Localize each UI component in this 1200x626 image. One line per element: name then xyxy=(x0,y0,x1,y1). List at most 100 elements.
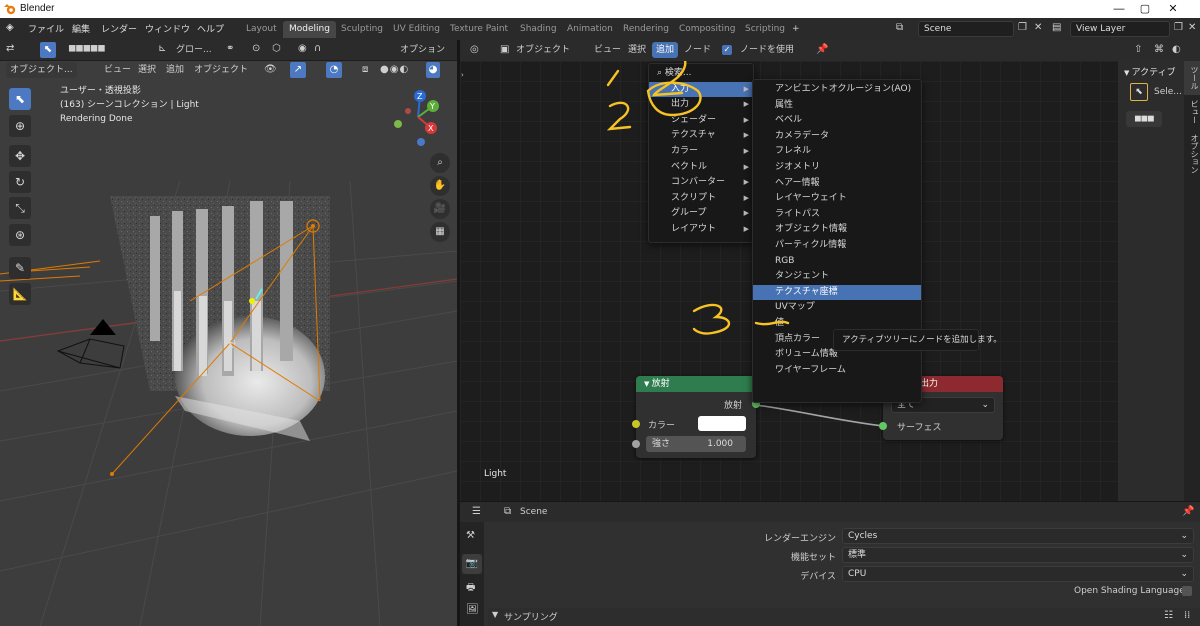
delete-view-layer-icon[interactable]: ✕ xyxy=(1188,22,1196,33)
annotate-tool[interactable]: ✎ xyxy=(9,257,31,279)
select-box-tool[interactable]: ⬉ xyxy=(9,88,31,110)
tab-layout[interactable]: Layout xyxy=(240,21,283,38)
select-new-icon[interactable]: ◼◼◼◼◼ xyxy=(68,43,106,54)
scene-field[interactable]: Scene xyxy=(918,21,1014,37)
output-properties-icon[interactable]: 🖶 xyxy=(466,580,475,597)
use-nodes-checkbox[interactable]: ✓ xyxy=(722,45,732,55)
snap-target-icon[interactable]: ⬡ xyxy=(272,43,281,54)
add-menu-script[interactable]: スクリプト ▶ xyxy=(649,191,753,207)
shading-modes-icon[interactable]: ●◉◐ xyxy=(380,64,409,75)
node-menu-node[interactable]: ノード xyxy=(680,42,715,58)
input-texture-coordinate[interactable]: テクスチャ座標 xyxy=(753,284,921,301)
input-hair-info[interactable]: ヘアー情報 xyxy=(753,176,921,192)
viewport-menu-select[interactable]: 選択 xyxy=(134,62,160,78)
input-wireframe[interactable]: ワイヤーフレーム xyxy=(753,363,921,379)
overlay-toggle-icon[interactable]: ◔ xyxy=(326,62,342,78)
menu-window[interactable]: ウィンドウ xyxy=(145,22,190,35)
transform-tool[interactable]: ⊛ xyxy=(9,224,31,246)
menu-edit[interactable]: 編集 xyxy=(72,22,90,35)
select-tool-icon[interactable]: ⬉ xyxy=(1130,83,1148,101)
sidebar-tab-view[interactable]: ビュー xyxy=(1184,95,1200,129)
render-engine-dropdown[interactable]: Cycles ⌄ xyxy=(842,528,1194,544)
input-particle-info[interactable]: パーティクル情報 xyxy=(753,238,921,254)
add-menu-converter[interactable]: コンバーター ▶ xyxy=(649,175,753,191)
menu-file[interactable]: ファイル xyxy=(28,22,64,35)
node-menu-select[interactable]: 選択 xyxy=(624,42,650,58)
sampling-panel-header[interactable]: ▼ サンプリング ☷ ⁞⁞ xyxy=(488,608,1200,626)
tab-modeling[interactable]: Modeling xyxy=(283,21,336,38)
emission-node-header[interactable]: ▼ 放射 xyxy=(636,376,756,392)
color-swatch[interactable] xyxy=(698,416,746,431)
mode-dropdown[interactable]: オブジェクト... xyxy=(6,62,77,78)
input-light-path[interactable]: ライトパス xyxy=(753,207,921,223)
strength-field[interactable]: 強さ 1.000 xyxy=(646,436,746,452)
3d-viewport[interactable]: ユーザー・透視投影 (163) シーンコレクション | Light Render… xyxy=(0,61,457,626)
input-layer-weight[interactable]: レイヤーウェイト xyxy=(753,191,921,207)
input-attribute[interactable]: 属性 xyxy=(753,98,921,114)
view-layer-field[interactable]: View Layer xyxy=(1070,21,1170,37)
input-geometry[interactable]: ジオメトリ xyxy=(753,160,921,176)
add-menu-color[interactable]: カラー ▶ xyxy=(649,144,753,160)
viewport-menu-view[interactable]: ビュー xyxy=(100,62,135,78)
strength-input-socket[interactable] xyxy=(632,440,640,448)
pan-hand-icon[interactable]: ✋ xyxy=(430,176,450,196)
select-mode-icon[interactable]: ⬉ xyxy=(40,42,56,58)
drag-handle-icon[interactable]: ⁞⁞ xyxy=(1184,610,1190,621)
maximize-button[interactable]: ▢ xyxy=(1138,2,1152,16)
add-menu-search[interactable]: ⌕ 検索... xyxy=(649,66,753,82)
input-camera-data[interactable]: カメラデータ xyxy=(753,129,921,145)
properties-editor-type-icon[interactable]: ☰ xyxy=(472,506,481,517)
tab-scripting[interactable]: Scripting xyxy=(739,21,791,38)
emission-node[interactable]: ▼ 放射 放射 カラー 強さ 1.000 xyxy=(632,376,760,458)
sidebar-tab-options[interactable]: オプション xyxy=(1184,129,1200,179)
add-menu-input[interactable]: 入力 ▶ xyxy=(649,81,753,98)
tab-shading[interactable]: Shading xyxy=(514,21,563,38)
object-type-icon[interactable]: ▣ xyxy=(500,44,509,55)
render-properties-icon[interactable]: 📷 xyxy=(462,554,482,574)
transform-orientation-dropdown[interactable]: グロー... xyxy=(172,42,216,58)
tab-compositing[interactable]: Compositing xyxy=(673,21,741,38)
input-object-info[interactable]: オブジェクト情報 xyxy=(753,222,921,238)
zoom-icon[interactable]: ⌕ xyxy=(430,153,450,173)
tool-properties-icon[interactable]: ⚒ xyxy=(466,530,475,541)
input-uv-map[interactable]: UVマップ xyxy=(753,300,921,316)
add-menu-layout[interactable]: レイアウト ▶ xyxy=(649,222,753,238)
node-menu-add[interactable]: 追加 xyxy=(652,42,679,58)
close-button[interactable]: ✕ xyxy=(1166,2,1180,16)
tab-uv-editing[interactable]: UV Editing xyxy=(387,21,446,38)
input-rgb[interactable]: RGB xyxy=(753,254,921,270)
menu-help[interactable]: ヘルプ xyxy=(197,22,224,35)
ortho-grid-icon[interactable]: ▦ xyxy=(430,222,450,242)
device-dropdown[interactable]: CPU ⌄ xyxy=(842,566,1194,582)
snap-node-icon[interactable]: ⌘ xyxy=(1154,44,1164,55)
options-dropdown[interactable]: オプション xyxy=(396,42,449,58)
falloff-icon[interactable]: ∩ xyxy=(314,43,321,54)
tab-rendering[interactable]: Rendering xyxy=(617,21,675,38)
add-menu-vector[interactable]: ベクトル ▶ xyxy=(649,160,753,176)
input-ao[interactable]: アンビエントオクルージョン(AO) xyxy=(753,82,921,98)
viewport-menu-add[interactable]: 追加 xyxy=(162,62,188,78)
osl-checkbox[interactable] xyxy=(1182,586,1192,596)
node-editor-canvas[interactable]: › ▼ 放射 放射 カラー 強さ 1.000 ー出力 全て ⌄ サーフェス Lig… xyxy=(460,61,1118,501)
copy-view-layer-icon[interactable]: ❐ xyxy=(1174,22,1183,33)
add-menu-shader[interactable]: シェーダー ▶ xyxy=(649,113,753,129)
sidebar-tab-tool[interactable]: ツール xyxy=(1184,61,1200,95)
scale-tool[interactable]: ⤡ xyxy=(9,197,31,219)
xray-icon[interactable]: ⧈ xyxy=(362,64,368,75)
surface-input-socket[interactable] xyxy=(879,422,887,430)
feature-set-dropdown[interactable]: 標準 ⌄ xyxy=(842,547,1194,563)
list-icon[interactable]: ☷ xyxy=(1164,610,1173,621)
add-menu-output[interactable]: 出力 ▶ xyxy=(649,97,753,113)
tab-animation[interactable]: Animation xyxy=(561,21,619,38)
view-layer-icon[interactable]: ▤ xyxy=(1052,22,1061,33)
shader-type-dropdown[interactable]: オブジェクト xyxy=(512,42,574,58)
snap-icon[interactable]: ⊙ xyxy=(252,43,260,54)
move-tool[interactable]: ✥ xyxy=(9,145,31,167)
parent-node-icon[interactable]: ⇧ xyxy=(1134,44,1142,55)
menu-render[interactable]: レンダー xyxy=(101,22,137,35)
visibility-icon[interactable]: 👁 xyxy=(264,64,277,75)
camera-view-icon[interactable]: 🎥 xyxy=(430,199,450,219)
transform-orientation-icon[interactable]: ⊾ xyxy=(158,43,166,54)
input-tangent[interactable]: タンジェント xyxy=(753,269,921,285)
input-fresnel[interactable]: フレネル xyxy=(753,144,921,160)
